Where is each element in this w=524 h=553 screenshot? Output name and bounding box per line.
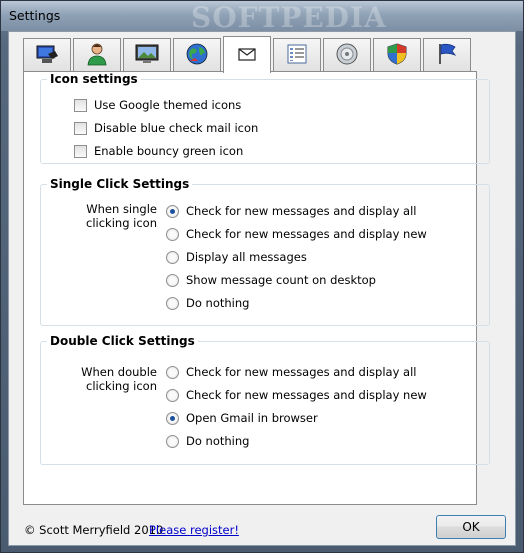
- icon-settings-group: Icon settings Use Google themed icons Di…: [40, 72, 490, 164]
- ok-button-label: OK: [462, 520, 480, 534]
- tab-shield[interactable]: [373, 38, 421, 71]
- radio-label: Do nothing: [186, 296, 250, 310]
- window-title: Settings: [9, 8, 61, 23]
- radio-double-open-gmail[interactable]: Open Gmail in browser: [166, 411, 318, 425]
- tab-globe[interactable]: [173, 38, 221, 71]
- dialog-body: Icon settings Use Google themed icons Di…: [8, 31, 516, 546]
- radio-single-display-all[interactable]: Check for new messages and display all: [166, 204, 416, 218]
- checkbox-label: Enable bouncy green icon: [94, 144, 244, 158]
- tab-list[interactable]: [273, 38, 321, 71]
- checkbox-label: Use Google themed icons: [94, 98, 242, 112]
- icon-settings-title: Icon settings: [50, 72, 138, 86]
- radio-single-display-all-messages[interactable]: Display all messages: [166, 250, 307, 264]
- register-link[interactable]: Please register!: [149, 523, 239, 537]
- double-click-title: Double Click Settings: [50, 334, 195, 348]
- radio-button[interactable]: [166, 388, 179, 402]
- tab-screen[interactable]: [123, 38, 171, 71]
- settings-window: Settings SOFTPEDIA Icon settings Use Goo…: [0, 0, 524, 553]
- shield-icon: [384, 41, 410, 70]
- radio-label: Check for new messages and display new: [186, 227, 427, 241]
- radio-double-display-new[interactable]: Check for new messages and display new: [166, 388, 427, 402]
- radio-label: Open Gmail in browser: [186, 411, 318, 425]
- radio-button[interactable]: [166, 250, 179, 264]
- radio-button[interactable]: [166, 434, 179, 448]
- copyright-text: © Scott Merryfield 2010: [24, 523, 164, 537]
- radio-double-display-all[interactable]: Check for new messages and display all: [166, 365, 416, 379]
- watermark: SOFTPEDIA: [191, 1, 387, 34]
- checkbox-box[interactable]: [74, 144, 87, 158]
- radio-button[interactable]: [166, 411, 179, 425]
- radio-double-do-nothing[interactable]: Do nothing: [166, 434, 249, 448]
- single-click-question: When single clicking icon: [86, 202, 157, 230]
- checkbox-box[interactable]: [74, 121, 87, 135]
- tab-panel-mail: Icon settings Use Google themed icons Di…: [23, 71, 490, 505]
- ok-button[interactable]: OK: [436, 515, 506, 539]
- radio-button[interactable]: [166, 204, 179, 218]
- user-icon: [84, 41, 110, 70]
- mail-icon: [234, 41, 260, 70]
- checkbox-enable-bouncy-green-icon[interactable]: Enable bouncy green icon: [74, 144, 243, 158]
- tab-sound[interactable]: [323, 38, 371, 71]
- globe-icon: [184, 41, 210, 70]
- title-bar[interactable]: Settings SOFTPEDIA: [1, 1, 523, 34]
- tab-computer[interactable]: [23, 38, 71, 71]
- checkbox-box[interactable]: [74, 98, 87, 112]
- list-icon: [284, 41, 310, 70]
- radio-label: Display all messages: [186, 250, 307, 264]
- screen-icon: [134, 41, 160, 70]
- radio-label: Do nothing: [186, 434, 250, 448]
- radio-button[interactable]: [166, 227, 179, 241]
- radio-label: Check for new messages and display all: [186, 365, 417, 379]
- radio-label: Check for new messages and display new: [186, 388, 427, 402]
- tab-user[interactable]: [73, 38, 121, 71]
- radio-single-do-nothing[interactable]: Do nothing: [166, 296, 249, 310]
- checkbox-disable-blue-check-mail-icon[interactable]: Disable blue check mail icon: [74, 121, 258, 135]
- single-click-title: Single Click Settings: [50, 177, 190, 191]
- radio-label: Show message count on desktop: [186, 273, 376, 287]
- double-click-question: When double clicking icon: [81, 365, 157, 393]
- sound-icon: [334, 41, 360, 70]
- tab-flag[interactable]: [423, 38, 471, 71]
- double-click-group: Double Click Settings When double clicki…: [40, 334, 490, 465]
- radio-single-show-count[interactable]: Show message count on desktop: [166, 273, 376, 287]
- tab-mail[interactable]: [223, 36, 271, 73]
- radio-button[interactable]: [166, 273, 179, 287]
- checkbox-google-themed-icons[interactable]: Use Google themed icons: [74, 98, 241, 112]
- computer-icon: [34, 41, 60, 70]
- checkbox-label: Disable blue check mail icon: [94, 121, 259, 135]
- radio-button[interactable]: [166, 296, 179, 310]
- radio-button[interactable]: [166, 365, 179, 379]
- single-click-group: Single Click Settings When single clicki…: [40, 177, 490, 326]
- flag-icon: [434, 41, 460, 70]
- radio-label: Check for new messages and display all: [186, 204, 417, 218]
- radio-single-display-new[interactable]: Check for new messages and display new: [166, 227, 427, 241]
